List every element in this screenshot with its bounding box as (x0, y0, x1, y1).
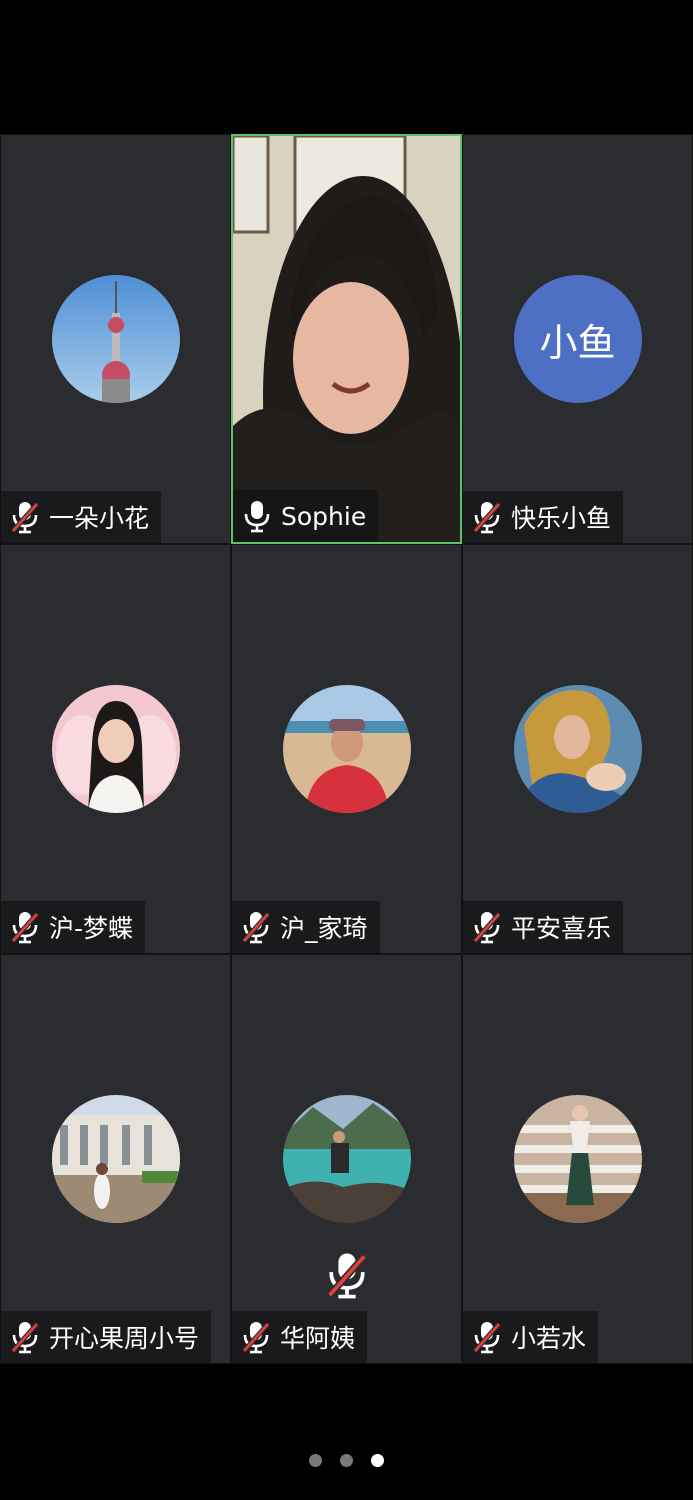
avatar (513, 685, 642, 813)
avatar (513, 1095, 642, 1223)
participant-name: Sophie (281, 501, 367, 531)
mic-muted-icon (9, 500, 41, 534)
avatar (51, 275, 180, 403)
avatar-text: 小鱼 (513, 275, 642, 403)
participant-tile[interactable]: 一朵小花 (0, 134, 231, 544)
participant-name: 一朵小花 (49, 504, 150, 533)
avatar (51, 1095, 180, 1223)
participant-tile[interactable]: 华阿姨 (231, 954, 462, 1364)
avatar (282, 1095, 411, 1223)
participant-tile[interactable]: 开心果周小号 (0, 954, 231, 1364)
participant-name: 沪-梦蝶 (49, 914, 134, 943)
name-tag: 华阿姨 (232, 1311, 368, 1363)
participant-name: 平安喜乐 (511, 914, 612, 943)
mic-muted-icon (9, 910, 41, 944)
participant-name: 沪_家琦 (280, 914, 368, 943)
mic-muted-icon (9, 1320, 41, 1354)
name-tag: 快乐小鱼 (463, 491, 624, 543)
mic-muted-icon (471, 910, 503, 944)
participant-grid: 一朵小花 Sophie 小鱼 快乐小鱼 沪-梦蝶 沪_家琦 平安喜乐 开心果周小… (0, 134, 693, 1364)
avatar (282, 685, 411, 813)
participant-name: 快乐小鱼 (511, 504, 612, 533)
name-tag: 一朵小花 (1, 491, 162, 543)
mic-muted-icon (471, 1320, 503, 1354)
name-tag: 沪_家琦 (232, 901, 380, 953)
mic-muted-icon (240, 910, 272, 944)
name-tag: Sophie (233, 490, 379, 542)
mic-muted-icon (471, 500, 503, 534)
participant-tile[interactable]: 沪-梦蝶 (0, 544, 231, 954)
page-dot[interactable] (309, 1454, 322, 1467)
participant-tile[interactable]: 小若水 (462, 954, 693, 1364)
participant-name: 开心果周小号 (49, 1324, 200, 1353)
page-dot[interactable] (340, 1454, 353, 1467)
name-tag: 平安喜乐 (463, 901, 624, 953)
participant-name: 小若水 (511, 1324, 587, 1353)
speaking-muted-mic-icon (324, 1247, 370, 1303)
participant-name: 华阿姨 (280, 1324, 356, 1353)
mic-muted-icon (240, 1320, 272, 1354)
video-feed (233, 136, 460, 542)
name-tag: 开心果周小号 (1, 1311, 212, 1363)
page-indicator[interactable] (0, 1454, 693, 1467)
page-dot-current[interactable] (371, 1454, 384, 1467)
mic-on-icon (241, 499, 273, 533)
participant-tile[interactable]: 沪_家琦 (231, 544, 462, 954)
avatar (51, 685, 180, 813)
participant-tile[interactable]: 平安喜乐 (462, 544, 693, 954)
participant-tile[interactable]: 小鱼 快乐小鱼 (462, 134, 693, 544)
name-tag: 沪-梦蝶 (1, 901, 146, 953)
participant-tile-active[interactable]: Sophie (231, 134, 462, 544)
name-tag: 小若水 (463, 1311, 599, 1363)
